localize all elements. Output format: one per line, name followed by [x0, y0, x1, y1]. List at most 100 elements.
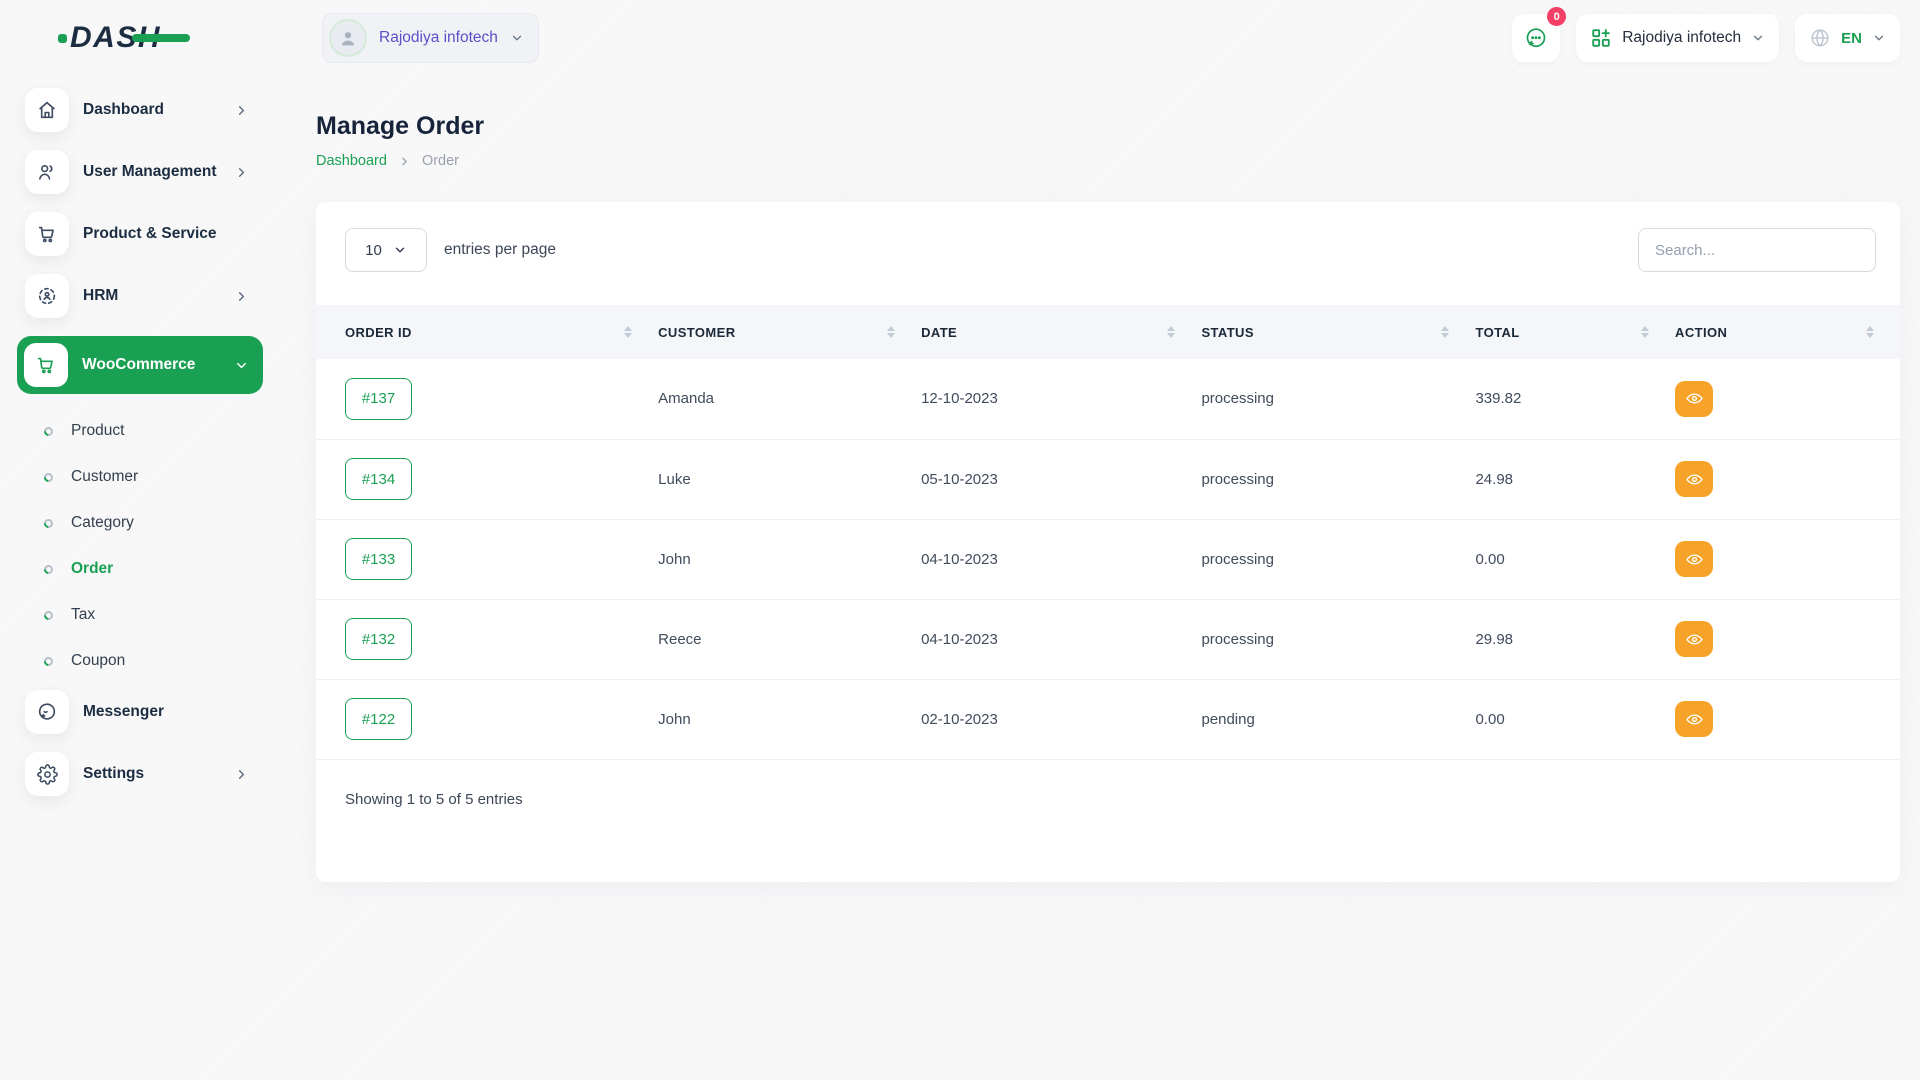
submenu-item-label: Coupon: [71, 652, 125, 670]
sidebar: DASH Dashboard User Management: [0, 0, 280, 1080]
entries-per-page-value: 10: [365, 242, 382, 259]
orders-table: ORDER ID CUSTOMER DATE STATUS TOTAL ACTI…: [316, 305, 1900, 760]
grid-plus-icon: [1590, 27, 1612, 49]
topbar-actions: 0 Rajodiya infotech EN: [1512, 14, 1900, 62]
submenu-item-label: Category: [71, 514, 134, 532]
submenu-item-category[interactable]: Category: [44, 500, 263, 546]
sidebar-item-label: Dashboard: [83, 101, 220, 119]
customer-cell: Reece: [658, 599, 921, 679]
logo-dot: [58, 34, 67, 43]
workspace-label: Rajodiya infotech: [379, 29, 498, 47]
sidebar-item-label: Messenger: [83, 703, 249, 721]
submenu-item-product[interactable]: Product: [44, 408, 263, 454]
workspace-selector[interactable]: Rajodiya infotech: [322, 13, 539, 63]
bullet-icon: [42, 517, 55, 530]
breadcrumb-dashboard-link[interactable]: Dashboard: [316, 153, 387, 169]
language-label: EN: [1841, 30, 1862, 47]
customer-cell: Amanda: [658, 359, 921, 439]
column-header-customer[interactable]: CUSTOMER: [658, 305, 921, 359]
table-row: #137 Amanda 12-10-2023 processing 339.82: [316, 359, 1900, 439]
breadcrumb: Dashboard Order: [316, 153, 1900, 169]
users-icon: [25, 150, 69, 194]
sidebar-item-label: Product & Service: [83, 225, 249, 243]
chevron-down-icon: [234, 358, 249, 373]
chevron-down-icon: [1872, 31, 1886, 45]
date-cell: 04-10-2023: [921, 599, 1201, 679]
sidebar-item-label: WooCommerce: [82, 356, 220, 374]
table-controls: 10 entries per page: [316, 202, 1900, 272]
entries-per-page-select[interactable]: 10: [345, 228, 427, 272]
submenu-item-order[interactable]: Order: [44, 546, 263, 592]
column-header-date[interactable]: DATE: [921, 305, 1201, 359]
customer-cell: John: [658, 679, 921, 759]
chevron-down-icon: [1751, 31, 1765, 45]
app-root: DASH Dashboard User Management: [0, 0, 1920, 1080]
view-order-button[interactable]: [1675, 381, 1713, 417]
total-cell: 339.82: [1475, 359, 1675, 439]
table-row: #132 Reece 04-10-2023 processing 29.98: [316, 599, 1900, 679]
woocommerce-submenu: Product Customer Category Order Tax: [17, 404, 263, 690]
view-order-button[interactable]: [1675, 621, 1713, 657]
bullet-icon: [42, 563, 55, 576]
submenu-item-coupon[interactable]: Coupon: [44, 638, 263, 684]
view-order-button[interactable]: [1675, 701, 1713, 737]
message-icon: [1524, 26, 1548, 50]
eye-icon: [1685, 630, 1704, 649]
total-cell: 0.00: [1475, 679, 1675, 759]
messages-button[interactable]: 0: [1512, 14, 1560, 62]
page-title: Manage Order: [316, 112, 1900, 141]
table-row: #133 John 04-10-2023 processing 0.00: [316, 519, 1900, 599]
order-id-badge[interactable]: #132: [345, 618, 412, 660]
language-selector[interactable]: EN: [1795, 14, 1900, 62]
hrm-scan-icon: [25, 274, 69, 318]
sort-icon: [887, 326, 895, 338]
cart-icon: [25, 212, 69, 256]
sidebar-item-label: HRM: [83, 287, 220, 305]
avatar: [329, 19, 367, 57]
column-header-total[interactable]: TOTAL: [1475, 305, 1675, 359]
sort-icon: [1441, 326, 1449, 338]
column-header-action[interactable]: ACTION: [1675, 305, 1900, 359]
eye-icon: [1685, 470, 1704, 489]
date-cell: 12-10-2023: [921, 359, 1201, 439]
view-order-button[interactable]: [1675, 461, 1713, 497]
sidebar-item-settings[interactable]: Settings: [17, 752, 263, 796]
submenu-item-tax[interactable]: Tax: [44, 592, 263, 638]
order-id-badge[interactable]: #137: [345, 378, 412, 420]
sidebar-item-product-service[interactable]: Product & Service: [17, 212, 263, 256]
table-row: #122 John 02-10-2023 pending 0.00: [316, 679, 1900, 759]
cart-icon: [24, 343, 68, 387]
bullet-icon: [42, 471, 55, 484]
sidebar-item-user-management[interactable]: User Management: [17, 150, 263, 194]
notification-badge: 0: [1547, 7, 1566, 26]
main-area: Rajodiya infotech 0 Rajodiya infotech: [280, 0, 1920, 1080]
gear-icon: [25, 752, 69, 796]
brand-logo[interactable]: DASH: [0, 0, 280, 76]
sort-icon: [1167, 326, 1175, 338]
column-header-status[interactable]: STATUS: [1201, 305, 1475, 359]
order-id-badge[interactable]: #122: [345, 698, 412, 740]
company-selector[interactable]: Rajodiya infotech: [1576, 14, 1779, 62]
sidebar-item-woocommerce[interactable]: WooCommerce: [17, 336, 263, 394]
view-order-button[interactable]: [1675, 541, 1713, 577]
home-icon: [25, 88, 69, 132]
entries-per-page-label: entries per page: [444, 241, 556, 259]
chevron-right-icon: [234, 165, 249, 180]
company-label: Rajodiya infotech: [1622, 29, 1741, 47]
search-input[interactable]: [1638, 228, 1876, 272]
dash-logo: DASH: [58, 21, 161, 55]
sidebar-item-messenger[interactable]: Messenger: [17, 690, 263, 734]
sidebar-item-label: Settings: [83, 765, 220, 783]
sidebar-item-hrm[interactable]: HRM: [17, 274, 263, 318]
orders-table-body: #137 Amanda 12-10-2023 processing 339.82…: [316, 359, 1900, 759]
submenu-item-customer[interactable]: Customer: [44, 454, 263, 500]
eye-icon: [1685, 710, 1704, 729]
status-cell: processing: [1201, 439, 1475, 519]
sidebar-item-dashboard[interactable]: Dashboard: [17, 88, 263, 132]
order-id-badge[interactable]: #133: [345, 538, 412, 580]
order-id-badge[interactable]: #134: [345, 458, 412, 500]
chevron-down-icon: [510, 31, 524, 45]
column-header-order-id[interactable]: ORDER ID: [316, 305, 658, 359]
status-cell: processing: [1201, 519, 1475, 599]
chevron-right-icon: [234, 103, 249, 118]
